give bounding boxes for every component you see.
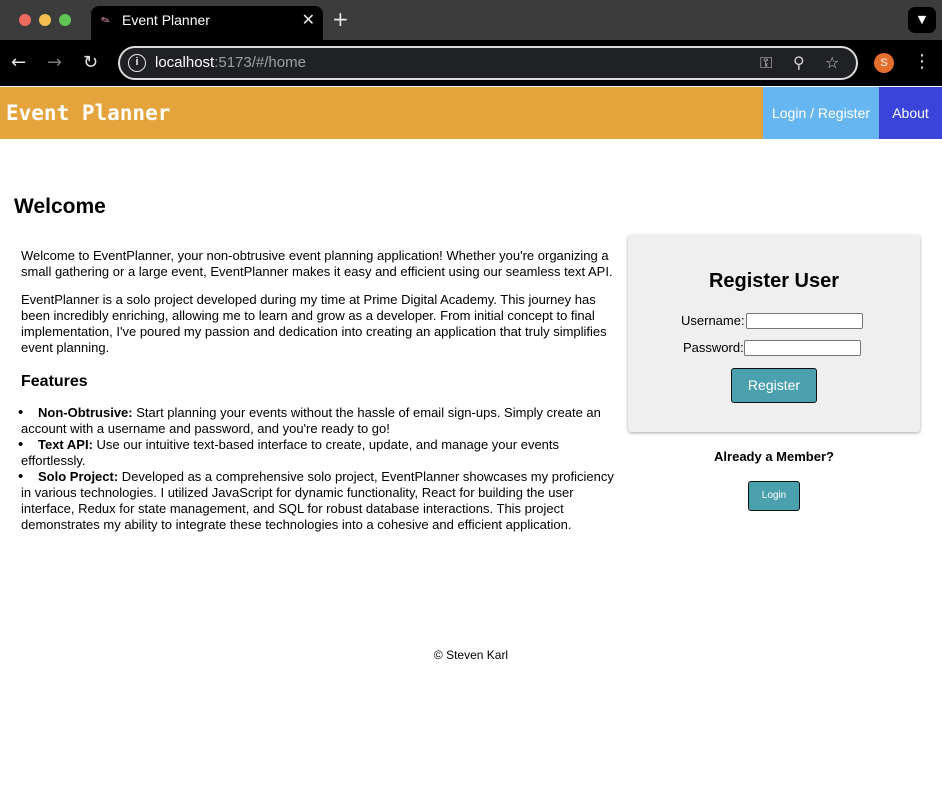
browser-toolbar: ← → ↻ i localhost:5173/#/home ⚿ ⚲ ☆ S ⋮ (0, 40, 942, 86)
feature-name: Solo Project: (38, 469, 119, 484)
forward-icon[interactable]: → (47, 52, 62, 73)
tab-title: Event Planner (122, 12, 210, 28)
app-nav: Event Planner Login / Register About (0, 87, 942, 139)
back-icon[interactable]: ← (11, 52, 26, 73)
register-title: Register User (708, 270, 840, 292)
kebab-menu-icon[interactable]: ⋮ (913, 51, 931, 72)
password-label: Password: (683, 340, 744, 355)
feature-item: Text API: Use our intuitive text-based i… (18, 437, 621, 469)
brand-title[interactable]: Event Planner (6, 101, 170, 125)
feature-name: Text API: (38, 437, 93, 452)
star-icon[interactable]: ☆ (825, 53, 839, 72)
footer-copyright: © Steven Karl (433, 648, 509, 662)
intro-paragraph: Welcome to EventPlanner, your non-obtrus… (21, 248, 613, 279)
page-title: Welcome (14, 195, 106, 218)
tab-menu-icon[interactable]: ▼ (908, 7, 936, 33)
url-text[interactable]: localhost:5173/#/home (155, 54, 306, 71)
minimize-window-button[interactable] (39, 14, 51, 26)
feature-item: Non-Obtrusive: Start planning your event… (18, 405, 621, 437)
already-member-heading: Already a Member? (714, 449, 834, 464)
feature-text: Use our intuitive text-based interface t… (21, 437, 560, 468)
features-list: Non-Obtrusive: Start planning your event… (18, 405, 621, 533)
password-input[interactable] (744, 340, 861, 356)
key-icon[interactable]: ⚿ (760, 53, 772, 73)
reload-icon[interactable]: ↻ (83, 52, 98, 73)
profile-avatar[interactable]: S (874, 53, 894, 73)
url-host: localhost (155, 54, 215, 71)
feature-item: Solo Project: Developed as a comprehensi… (18, 469, 621, 533)
tab-close-icon[interactable]: ✕ (302, 10, 315, 29)
close-window-button[interactable] (19, 14, 31, 26)
maximize-window-button[interactable] (59, 14, 71, 26)
register-form: Register User Username: Password: Regist… (628, 235, 920, 432)
browser-titlebar: ✎ Event Planner ✕ + ▼ (0, 0, 942, 40)
url-path: :5173/#/home (214, 54, 306, 71)
login-button[interactable]: Login (748, 481, 800, 511)
info-icon[interactable]: i (128, 54, 146, 72)
browser-tab[interactable]: ✎ Event Planner ✕ (91, 6, 323, 40)
nav-about[interactable]: About (879, 87, 942, 139)
register-button[interactable]: Register (731, 368, 817, 403)
welcome-content: Welcome to EventPlanner, your non-obtrus… (18, 248, 621, 533)
nav-login-register[interactable]: Login / Register (763, 87, 879, 139)
feature-name: Non-Obtrusive: (38, 405, 133, 420)
username-input[interactable] (746, 313, 863, 329)
username-label: Username: (681, 313, 745, 328)
rocket-icon: ✎ (99, 12, 113, 29)
address-bar[interactable]: i localhost:5173/#/home ⚿ ⚲ ☆ (118, 46, 858, 80)
about-paragraph: EventPlanner is a solo project developed… (21, 292, 607, 355)
new-tab-button[interactable]: + (332, 7, 349, 31)
zoom-icon[interactable]: ⚲ (793, 53, 805, 72)
features-heading: Features (21, 373, 88, 390)
